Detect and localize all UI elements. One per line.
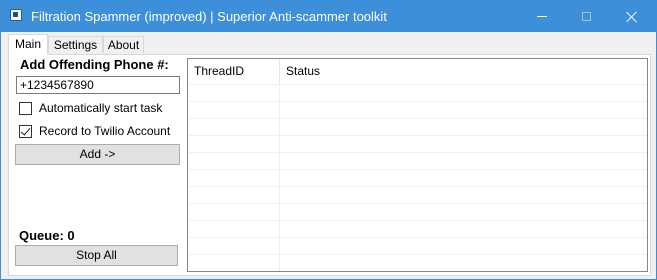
grid-line <box>188 101 647 102</box>
maximize-icon <box>581 12 591 21</box>
minimize-button[interactable] <box>520 1 564 32</box>
column-divider <box>279 84 280 271</box>
record-twilio-option[interactable]: Record to Twilio Account <box>19 124 170 138</box>
phone-label: Add Offending Phone #: <box>20 57 169 72</box>
stop-all-button[interactable]: Stop All <box>15 245 178 266</box>
thread-list[interactable]: ThreadID Status <box>187 58 648 272</box>
grid-line <box>188 135 647 136</box>
add-button[interactable]: Add -> <box>15 144 180 165</box>
record-twilio-checkbox[interactable] <box>19 124 32 138</box>
grid-line <box>188 237 647 238</box>
grid-line <box>188 84 647 85</box>
main-tab-panel: Add Offending Phone #: Automatically sta… <box>8 54 651 276</box>
window-title: Filtration Spammer (improved) | Superior… <box>31 9 387 24</box>
tab-settings[interactable]: Settings <box>48 36 103 53</box>
column-header-threadid[interactable]: ThreadID <box>188 59 280 84</box>
column-header-status[interactable]: Status <box>280 59 400 84</box>
phone-input[interactable] <box>16 76 180 94</box>
list-header: ThreadID Status <box>188 59 647 84</box>
tab-main[interactable]: Main <box>8 34 48 55</box>
auto-start-label: Automatically start task <box>39 101 163 115</box>
grid-line <box>188 254 647 255</box>
grid-line <box>188 220 647 221</box>
tab-about[interactable]: About <box>103 36 144 53</box>
grid-line <box>188 186 647 187</box>
grid-line <box>188 169 647 170</box>
title-bar[interactable]: Filtration Spammer (improved) | Superior… <box>1 1 656 32</box>
record-twilio-label: Record to Twilio Account <box>39 124 171 138</box>
auto-start-checkbox[interactable] <box>19 101 32 115</box>
app-icon <box>10 9 22 21</box>
grid-line <box>188 152 647 153</box>
grid-line <box>188 203 647 204</box>
minimize-icon <box>537 16 547 17</box>
queue-label: Queue: 0 <box>19 228 75 243</box>
close-icon <box>626 11 638 23</box>
maximize-button[interactable] <box>564 1 608 32</box>
close-button[interactable] <box>610 1 654 32</box>
grid-line <box>188 118 647 119</box>
auto-start-option[interactable]: Automatically start task <box>19 101 162 115</box>
app-window: Filtration Spammer (improved) | Superior… <box>0 0 657 280</box>
